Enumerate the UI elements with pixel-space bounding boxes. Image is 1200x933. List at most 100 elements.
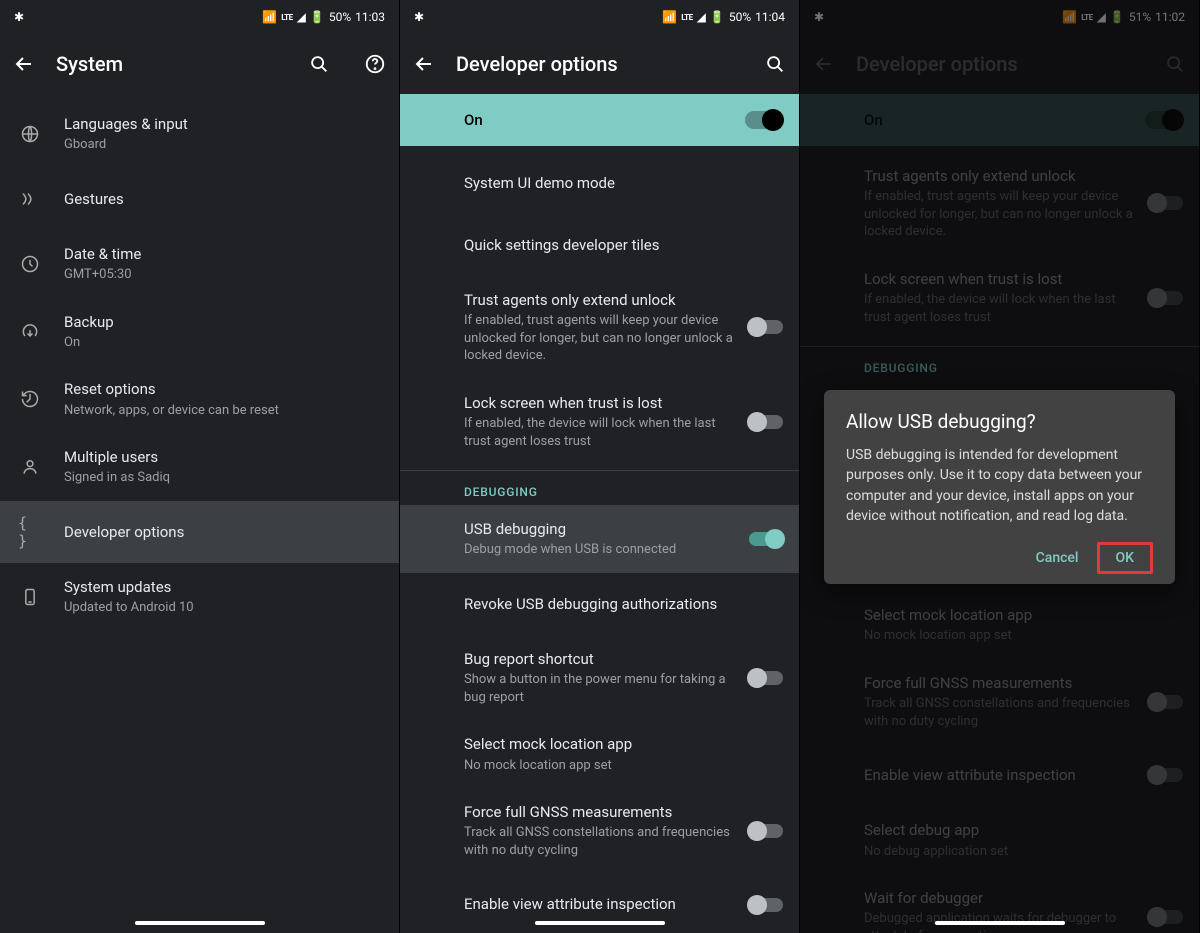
item-title: Trust agents only extend unlock — [464, 290, 737, 310]
dialog-body: USB debugging is intended for developmen… — [846, 445, 1153, 526]
item-title: Enable view attribute inspection — [464, 894, 737, 914]
help-icon[interactable] — [363, 52, 387, 76]
item-title: System UI demo mode — [464, 173, 783, 193]
item-title: Bug report shortcut — [464, 649, 737, 669]
battery-icon: 🔋 — [310, 10, 325, 24]
signal-icon: ◢ — [697, 10, 706, 24]
nav-bar[interactable] — [935, 921, 1065, 925]
item-subtitle: Show a button in the power menu for taki… — [464, 671, 737, 706]
settings-item[interactable]: Quick settings developer tiles — [400, 214, 799, 276]
back-icon[interactable] — [412, 52, 436, 76]
settings-item[interactable]: Bug report shortcutShow a button in the … — [400, 635, 799, 720]
item-title: Force full GNSS measurements — [464, 802, 737, 822]
toggle-switch[interactable] — [749, 671, 783, 685]
dialog-title: Allow USB debugging? — [846, 410, 1153, 433]
item-title: Select mock location app — [464, 734, 783, 754]
item-subtitle: Track all GNSS constellations and freque… — [464, 824, 737, 859]
pinwheel-icon: ✱ — [414, 10, 424, 24]
pinwheel-icon: ✱ — [14, 10, 24, 24]
item-subtitle: No mock location app set — [464, 757, 783, 775]
settings-item[interactable]: Lock screen when trust is lostIf enabled… — [400, 379, 799, 464]
settings-list: Languages & input Gboard Gestures Date & ti… — [0, 94, 399, 637]
settings-item[interactable]: Reset options Network, apps, or device ca… — [0, 365, 399, 433]
clock: 11:03 — [355, 10, 385, 24]
item-title: Multiple users — [64, 447, 383, 467]
item-subtitle: Network, apps, or device can be reset — [64, 402, 383, 420]
cancel-button[interactable]: Cancel — [1022, 542, 1093, 574]
item-title: Backup — [64, 312, 383, 332]
call-wifi-icon: 📶 — [262, 10, 277, 24]
item-title: Reset options — [64, 379, 383, 399]
toggle-switch[interactable] — [749, 532, 783, 546]
ok-button[interactable]: OK — [1102, 542, 1149, 574]
item-subtitle: Gboard — [64, 136, 383, 154]
toggle-switch[interactable] — [749, 824, 783, 838]
item-subtitle: Signed in as Sadiq — [64, 469, 383, 487]
toggle-on-icon — [745, 111, 781, 129]
page-title: System — [56, 52, 287, 76]
item-title: Developer options — [64, 522, 383, 542]
ok-highlight: OK — [1097, 542, 1154, 574]
usb-debugging-dialog: Allow USB debugging? USB debugging is in… — [824, 390, 1175, 584]
item-title: Revoke USB debugging authorizations — [464, 594, 783, 614]
dialog-actions: Cancel OK — [846, 542, 1153, 574]
item-icon — [18, 252, 42, 276]
settings-item[interactable]: Backup On — [0, 298, 399, 366]
clock: 11:04 — [755, 10, 785, 24]
toggle-switch[interactable] — [749, 898, 783, 912]
settings-item[interactable]: Revoke USB debugging authorizations — [400, 573, 799, 635]
toggle-switch[interactable] — [749, 415, 783, 429]
master-toggle[interactable]: On — [400, 94, 799, 146]
settings-item[interactable]: Force full GNSS measurementsTrack all GN… — [400, 788, 799, 873]
page-title: Developer options — [456, 52, 743, 76]
item-title: System updates — [64, 577, 383, 597]
settings-item[interactable]: Select mock location app No mock location… — [400, 720, 799, 788]
item-subtitle: Updated to Android 10 — [64, 599, 383, 617]
status-bar: ✱ 📶 LTE ◢ 🔋 50% 11:03 — [0, 0, 399, 34]
item-icon — [18, 319, 42, 343]
lte-label: LTE — [281, 13, 292, 22]
item-subtitle: If enabled, the device will lock when th… — [464, 415, 737, 450]
nav-bar[interactable] — [535, 921, 665, 925]
search-icon[interactable] — [307, 52, 331, 76]
app-bar: System — [0, 34, 399, 94]
item-title: Date & time — [64, 244, 383, 264]
back-icon[interactable] — [12, 52, 36, 76]
settings-item[interactable]: Multiple users Signed in as Sadiq — [0, 433, 399, 501]
item-icon: { } — [18, 520, 42, 544]
dev-options-list: System UI demo mode Quick settings develo… — [400, 146, 799, 470]
item-subtitle: Debug mode when USB is connected — [464, 541, 737, 559]
call-wifi-icon: 📶 — [662, 10, 677, 24]
screen-developer-options: ✱ 📶 LTE ◢ 🔋 50% 11:04 Developer options … — [400, 0, 800, 933]
item-subtitle: On — [64, 334, 383, 352]
screen-usb-debugging-dialog: ✱ 📶 LTE ◢ 🔋 51% 11:02 Developer options … — [800, 0, 1200, 933]
item-subtitle: GMT+05:30 — [64, 266, 383, 284]
toggle-switch[interactable] — [749, 320, 783, 334]
status-bar: ✱ 📶 LTE ◢ 🔋 50% 11:04 — [400, 0, 799, 34]
settings-item[interactable]: { } Developer options — [0, 501, 399, 563]
on-label: On — [464, 111, 483, 129]
battery-icon: 🔋 — [710, 10, 725, 24]
settings-item[interactable]: USB debugging Debug mode when USB is conn… — [400, 505, 799, 573]
item-title: Gestures — [64, 189, 383, 209]
nav-bar[interactable] — [135, 921, 265, 925]
item-title: Lock screen when trust is lost — [464, 393, 737, 413]
settings-item[interactable]: Languages & input Gboard — [0, 100, 399, 168]
item-title: USB debugging — [464, 519, 737, 539]
settings-item[interactable]: Gestures — [0, 168, 399, 230]
settings-item[interactable]: System updates Updated to Android 10 — [0, 563, 399, 631]
screen-system: ✱ 📶 LTE ◢ 🔋 50% 11:03 System Languages &… — [0, 0, 400, 933]
item-title: Quick settings developer tiles — [464, 235, 783, 255]
settings-item[interactable]: System UI demo mode — [400, 152, 799, 214]
item-icon — [18, 387, 42, 411]
signal-icon: ◢ — [297, 10, 306, 24]
item-icon — [18, 455, 42, 479]
settings-item[interactable]: Date & time GMT+05:30 — [0, 230, 399, 298]
lte-label: LTE — [681, 13, 692, 22]
item-title: Languages & input — [64, 114, 383, 134]
section-debugging: DEBUGGING — [400, 471, 799, 505]
search-icon[interactable] — [763, 52, 787, 76]
app-bar: Developer options — [400, 34, 799, 94]
settings-item[interactable]: Trust agents only extend unlockIf enable… — [400, 276, 799, 379]
item-icon — [18, 585, 42, 609]
